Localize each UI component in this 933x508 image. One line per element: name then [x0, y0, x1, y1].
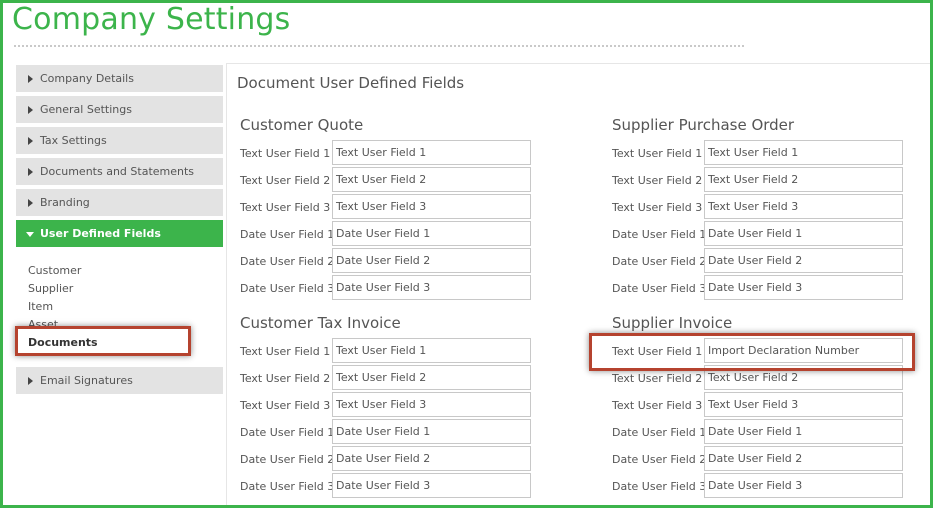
- date-user-field-1-input[interactable]: Date User Field 1: [704, 221, 903, 246]
- text-user-field-3-input[interactable]: Text User Field 3: [704, 392, 903, 417]
- field-label: Date User Field 1: [240, 426, 335, 439]
- field-label: Date User Field 1: [612, 426, 707, 439]
- sidebar-item-label: User Defined Fields: [40, 227, 161, 240]
- caret-right-icon: [28, 199, 33, 207]
- sidebar-item-label: Tax Settings: [40, 134, 107, 147]
- section-title-customer-tax-invoice: Customer Tax Invoice: [240, 314, 401, 332]
- supplier-invoice-highlight-box: [589, 333, 915, 371]
- subitem-customer[interactable]: Customer: [28, 264, 81, 277]
- date-user-field-2-input[interactable]: Date User Field 2: [704, 248, 903, 273]
- field-label: Text User Field 1: [612, 147, 703, 160]
- date-user-field-2-input[interactable]: Date User Field 2: [704, 446, 903, 471]
- sidebar-item-general-settings[interactable]: General Settings: [16, 96, 223, 123]
- field-label: Date User Field 2: [612, 453, 707, 466]
- date-user-field-1-input[interactable]: Date User Field 1: [332, 221, 531, 246]
- caret-right-icon: [28, 377, 33, 385]
- page-title: Company Settings: [12, 2, 291, 37]
- date-user-field-3-input[interactable]: Date User Field 3: [332, 275, 531, 300]
- sidebar-item-tax-settings[interactable]: Tax Settings: [16, 127, 223, 154]
- field-label: Date User Field 1: [240, 228, 335, 241]
- text-user-field-2-input[interactable]: Text User Field 2: [704, 167, 903, 192]
- text-user-field-1-input[interactable]: Text User Field 1: [332, 140, 531, 165]
- field-label: Date User Field 3: [612, 480, 707, 493]
- subitem-item[interactable]: Item: [28, 300, 53, 313]
- text-user-field-3-input[interactable]: Text User Field 3: [704, 194, 903, 219]
- caret-down-icon: [26, 232, 34, 237]
- date-user-field-3-input[interactable]: Date User Field 3: [704, 473, 903, 498]
- field-label: Text User Field 3: [240, 399, 331, 412]
- text-user-field-1-input[interactable]: Text User Field 1: [332, 338, 531, 363]
- date-user-field-2-input[interactable]: Date User Field 2: [332, 248, 531, 273]
- sidebar-item-company-details[interactable]: Company Details: [16, 65, 223, 92]
- panel-title: Document User Defined Fields: [237, 74, 465, 92]
- date-user-field-3-input[interactable]: Date User Field 3: [332, 473, 531, 498]
- field-label: Text User Field 1: [240, 345, 331, 358]
- caret-right-icon: [28, 168, 33, 176]
- field-label: Text User Field 3: [612, 201, 703, 214]
- field-label: Date User Field 3: [240, 480, 335, 493]
- date-user-field-2-input[interactable]: Date User Field 2: [332, 446, 531, 471]
- date-user-field-1-input[interactable]: Date User Field 1: [704, 419, 903, 444]
- sidebar-item-label: Branding: [40, 196, 90, 209]
- field-label: Text User Field 2: [612, 372, 703, 385]
- sidebar-item-user-defined-fields[interactable]: User Defined Fields: [16, 220, 223, 247]
- field-label: Date User Field 2: [240, 453, 335, 466]
- sidebar-item-branding[interactable]: Branding: [16, 189, 223, 216]
- field-label: Date User Field 1: [612, 228, 707, 241]
- section-title-supplier-invoice: Supplier Invoice: [612, 314, 733, 332]
- date-user-field-3-input[interactable]: Date User Field 3: [704, 275, 903, 300]
- text-user-field-2-input[interactable]: Text User Field 2: [332, 365, 531, 390]
- subitem-supplier[interactable]: Supplier: [28, 282, 73, 295]
- sidebar-item-label: Company Details: [40, 72, 134, 85]
- field-label: Text User Field 1: [240, 147, 331, 160]
- sidebar-item-label: Documents and Statements: [40, 165, 195, 178]
- field-label: Date User Field 3: [240, 282, 335, 295]
- field-label: Date User Field 2: [240, 255, 335, 268]
- caret-right-icon: [28, 137, 33, 145]
- sidebar-item-documents-statements[interactable]: Documents and Statements: [16, 158, 223, 185]
- field-label: Text User Field 3: [240, 201, 331, 214]
- text-user-field-3-input[interactable]: Text User Field 3: [332, 392, 531, 417]
- sidebar-item-label: Email Signatures: [40, 374, 133, 387]
- field-label: Text User Field 2: [240, 174, 331, 187]
- field-label: Text User Field 2: [240, 372, 331, 385]
- field-label: Date User Field 2: [612, 255, 707, 268]
- caret-right-icon: [28, 106, 33, 114]
- date-user-field-1-input[interactable]: Date User Field 1: [332, 419, 531, 444]
- sidebar-item-email-signatures[interactable]: Email Signatures: [16, 367, 223, 394]
- caret-right-icon: [28, 75, 33, 83]
- field-label: Text User Field 3: [612, 399, 703, 412]
- documents-highlight-box: [15, 326, 191, 356]
- text-user-field-3-input[interactable]: Text User Field 3: [332, 194, 531, 219]
- text-user-field-2-input[interactable]: Text User Field 2: [332, 167, 531, 192]
- title-divider: [14, 45, 744, 47]
- sidebar-item-label: General Settings: [40, 103, 132, 116]
- field-label: Text User Field 2: [612, 174, 703, 187]
- section-title-customer-quote: Customer Quote: [240, 116, 364, 134]
- field-label: Date User Field 3: [612, 282, 707, 295]
- text-user-field-1-input[interactable]: Text User Field 1: [704, 140, 903, 165]
- section-title-supplier-purchase-order: Supplier Purchase Order: [612, 116, 795, 134]
